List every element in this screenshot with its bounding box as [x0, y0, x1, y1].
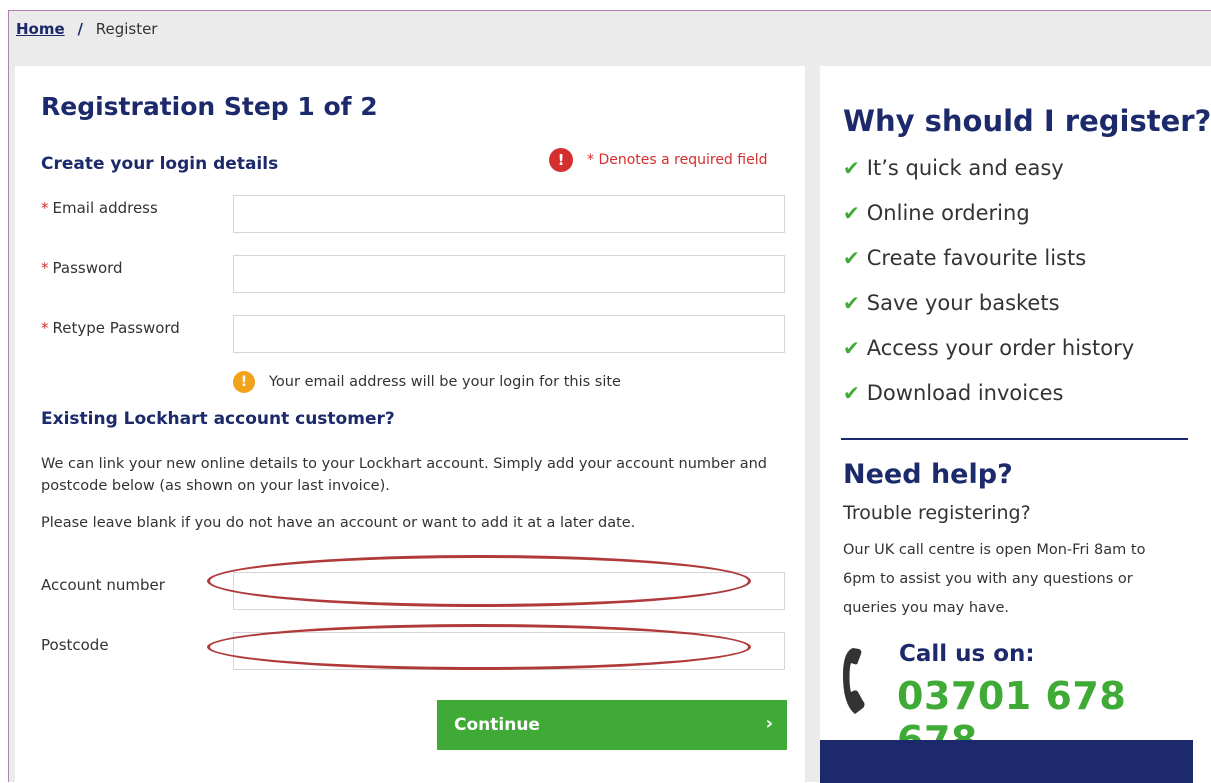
password-label-text: Password: [52, 259, 123, 277]
list-item: ✔ Create favourite lists: [843, 246, 1134, 291]
checkmark-icon: ✔: [843, 291, 860, 315]
required-field-text: * Denotes a required field: [587, 152, 768, 168]
benefit-text: Online ordering: [866, 201, 1030, 225]
breadcrumb-home-link[interactable]: Home: [16, 20, 65, 38]
call-centre-hours-text: Our UK call centre is open Mon-Fri 8am t…: [843, 542, 1146, 616]
postcode-field[interactable]: [233, 632, 785, 670]
retype-password-field[interactable]: [233, 315, 785, 353]
existing-customer-heading: Existing Lockhart account customer?: [41, 409, 395, 429]
list-item: ✔ It’s quick and easy: [843, 156, 1134, 201]
required-star: *: [41, 199, 49, 217]
sidebar-panel: Why should I register? ✔ It’s quick and e…: [820, 66, 1211, 783]
why-register-heading: Why should I register?: [843, 104, 1211, 138]
phone-icon: [843, 648, 865, 714]
continue-label: Continue: [454, 715, 540, 735]
registration-form-panel: Registration Step 1 of 2 Create your log…: [15, 66, 805, 783]
checkmark-icon: ✔: [843, 156, 860, 180]
benefit-text: Save your baskets: [866, 291, 1060, 315]
existing-customer-description: We can link your new online details to y…: [41, 456, 767, 494]
list-item: ✔ Online ordering: [843, 201, 1134, 246]
call-us-label: Call us on:: [899, 641, 1035, 667]
breadcrumb-separator: /: [77, 20, 83, 38]
info-warning-icon: !: [233, 371, 255, 393]
benefit-text: Download invoices: [866, 381, 1064, 405]
checkmark-icon: ✔: [843, 336, 860, 360]
breadcrumb: Home / Register: [16, 20, 157, 38]
required-star: *: [41, 259, 49, 277]
need-help-heading: Need help?: [843, 459, 1013, 490]
benefit-text: Create favourite lists: [866, 246, 1087, 270]
required-field-note: ! * Denotes a required field: [549, 148, 767, 172]
benefit-text: Access your order history: [866, 336, 1135, 360]
sidebar-footer-bar: [820, 740, 1193, 783]
email-field[interactable]: [233, 195, 785, 233]
existing-customer-note: Please leave blank if you do not have an…: [41, 515, 636, 531]
login-hint-text: Your email address will be your login fo…: [269, 374, 621, 390]
login-details-heading: Create your login details: [41, 154, 279, 174]
email-label-text: Email address: [52, 199, 158, 217]
postcode-label: Postcode: [41, 636, 109, 654]
trouble-registering-text: Trouble registering?: [843, 502, 1031, 524]
password-field[interactable]: [233, 255, 785, 293]
account-number-label: Account number: [41, 576, 165, 594]
continue-button[interactable]: Continue ›: [437, 700, 787, 750]
checkmark-icon: ✔: [843, 201, 860, 225]
chevron-right-icon: ›: [765, 713, 773, 734]
retype-password-label: * Retype Password: [41, 319, 180, 337]
exclamation-icon: !: [549, 148, 573, 172]
breadcrumb-current: Register: [95, 20, 158, 38]
sidebar-divider: [841, 438, 1188, 440]
list-item: ✔ Download invoices: [843, 381, 1134, 426]
page-frame: Home / Register Registration Step 1 of 2…: [8, 10, 1211, 783]
list-item: ✔ Save your baskets: [843, 291, 1134, 336]
retype-password-label-text: Retype Password: [52, 319, 180, 337]
page-title: Registration Step 1 of 2: [41, 92, 378, 121]
login-hint: ! Your email address will be your login …: [233, 371, 621, 393]
benefits-list: ✔ It’s quick and easy ✔ Online ordering ✔ C…: [843, 156, 1134, 426]
password-label: * Password: [41, 259, 123, 277]
checkmark-icon: ✔: [843, 381, 860, 405]
required-star: *: [41, 319, 49, 337]
email-label: * Email address: [41, 199, 158, 217]
account-number-field[interactable]: [233, 572, 785, 610]
checkmark-icon: ✔: [843, 246, 860, 270]
benefit-text: It’s quick and easy: [866, 156, 1064, 180]
list-item: ✔ Access your order history: [843, 336, 1134, 381]
